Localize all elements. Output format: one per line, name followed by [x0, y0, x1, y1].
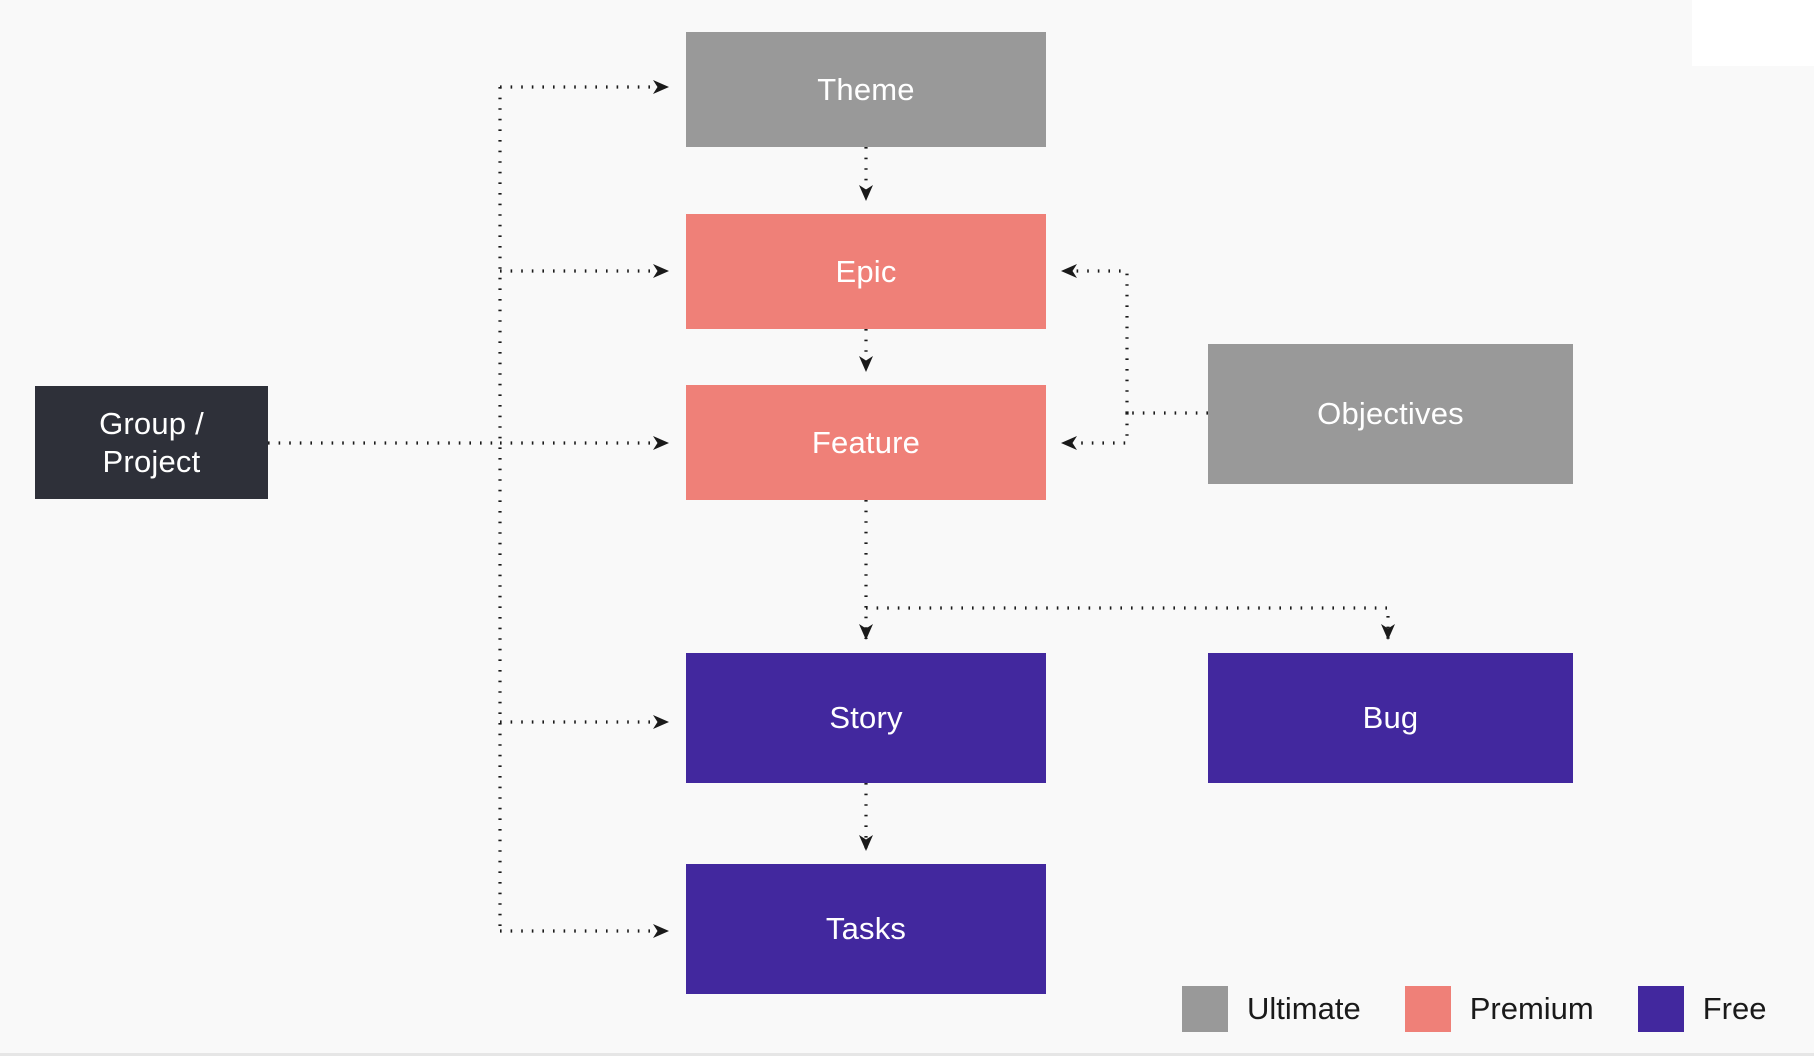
diagram-canvas: Group / Project Theme Epic Feature Objec…: [0, 0, 1814, 1056]
node-tasks[interactable]: Tasks: [686, 864, 1046, 994]
edge-objectives-to-feature: [1061, 413, 1129, 450]
node-group-project[interactable]: Group / Project: [35, 386, 268, 499]
legend-label-premium: Premium: [1469, 991, 1594, 1026]
node-feature[interactable]: Feature: [686, 385, 1046, 500]
legend-label-free: Free: [1702, 991, 1767, 1026]
node-bug[interactable]: Bug: [1208, 653, 1573, 783]
legend-swatch-premium: [1404, 986, 1451, 1032]
legend: Ultimate Premium Free: [1182, 986, 1766, 1032]
legend-item-ultimate: Ultimate: [1182, 986, 1361, 1032]
legend-item-free: Free: [1637, 986, 1767, 1032]
edge-objectives-to-epic: [1061, 264, 1129, 413]
edge-feature-to-bug: [866, 606, 1395, 640]
legend-swatch-free: [1637, 986, 1684, 1032]
legend-label-ultimate: Ultimate: [1247, 991, 1361, 1026]
node-epic[interactable]: Epic: [686, 214, 1046, 329]
node-objectives[interactable]: Objectives: [1208, 344, 1573, 484]
legend-item-premium: Premium: [1404, 986, 1594, 1032]
node-story[interactable]: Story: [686, 653, 1046, 783]
top-right-white-patch: [1692, 0, 1814, 66]
legend-swatch-ultimate: [1182, 986, 1228, 1032]
node-theme[interactable]: Theme: [686, 32, 1046, 147]
